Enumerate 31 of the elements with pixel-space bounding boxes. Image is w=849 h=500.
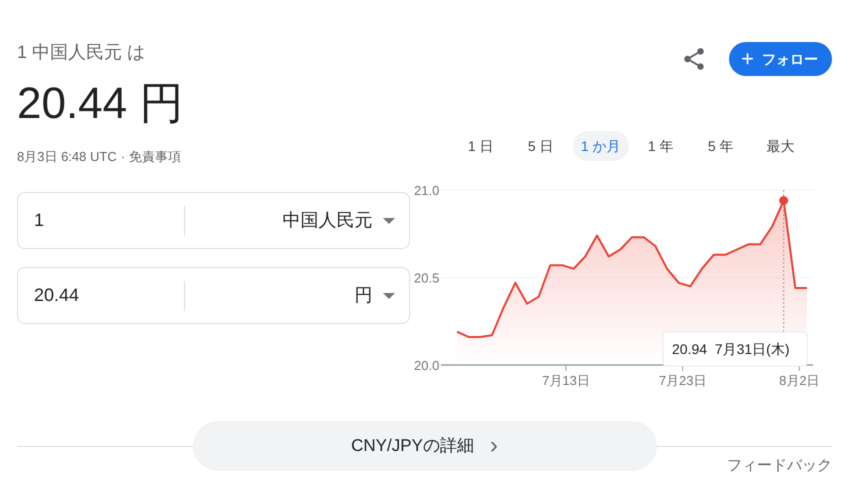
conversion-subtitle: 1 中国人民元 は bbox=[17, 41, 146, 64]
plus-icon: + bbox=[741, 48, 754, 70]
tooltip-text: 20.94 7月31日(木) bbox=[672, 341, 790, 357]
range-tab[interactable]: 1 日 bbox=[452, 131, 509, 161]
range-tab[interactable]: 1 年 bbox=[632, 131, 689, 161]
caret-icon bbox=[382, 292, 395, 298]
chevron-icon: › bbox=[490, 434, 498, 458]
x-axis-label: 7月23日 bbox=[658, 373, 706, 388]
x-axis-label: 8月2日 bbox=[778, 373, 820, 388]
exchange-rate: 20.44 円 bbox=[17, 78, 184, 130]
follow-button[interactable]: + フォロー bbox=[729, 42, 832, 76]
currency-dropdown[interactable]: 中国人民元 bbox=[185, 206, 409, 235]
amount-field[interactable]: 1 bbox=[34, 207, 184, 234]
details-button[interactable]: CNY/JPYの詳細 › bbox=[192, 421, 656, 471]
y-axis-label: 20.0 bbox=[414, 358, 439, 373]
range-tab[interactable]: 5 年 bbox=[692, 131, 749, 161]
x-axis-label: 7月13日 bbox=[542, 373, 590, 388]
caret-icon bbox=[382, 218, 395, 224]
y-axis-label: 20.5 bbox=[414, 270, 439, 286]
y-axis-label: 21.0 bbox=[414, 183, 439, 198]
timestamp: 8月3日 6:48 UTC bbox=[17, 148, 117, 166]
range-tab[interactable]: 5 日 bbox=[512, 131, 569, 161]
range-tab[interactable]: 1 か月 bbox=[572, 131, 629, 161]
feedback-link[interactable]: フィードバック bbox=[727, 455, 832, 478]
hover-point bbox=[778, 196, 788, 205]
x-axis-tick bbox=[565, 364, 566, 372]
disclaimer-link[interactable]: 免責事項 bbox=[129, 148, 182, 166]
amount-field[interactable]: 20.44 bbox=[34, 282, 184, 309]
separator: · bbox=[120, 148, 126, 166]
currency-dropdown[interactable]: 円 bbox=[185, 281, 409, 310]
range-tab[interactable]: 最大 bbox=[752, 131, 809, 161]
